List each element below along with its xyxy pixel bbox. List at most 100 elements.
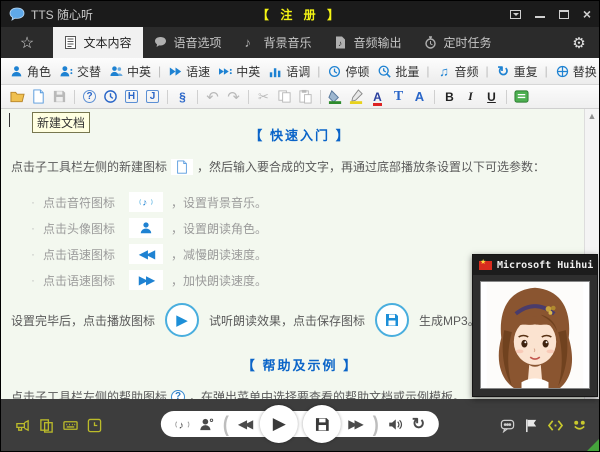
replace-icon (555, 65, 570, 78)
bold-button[interactable]: B (439, 87, 460, 107)
list-item: · 点击头像图标 ，设置朗读角色。 (31, 215, 599, 241)
toolbar-separator: | (155, 64, 164, 78)
bottom-left-icons (15, 418, 102, 433)
close-button[interactable]: × (583, 7, 591, 21)
help-icon[interactable]: ? (79, 87, 100, 107)
pitch-bars-icon (268, 65, 283, 78)
resize-grip[interactable] (587, 439, 599, 451)
audio-button[interactable]: ♫ 音频 (433, 63, 483, 80)
app-title: TTS 随心听 (31, 6, 93, 23)
clipboard-icon[interactable] (39, 418, 54, 433)
tab-scheduled-tasks[interactable]: 定时任务 (413, 27, 503, 58)
avatar-portrait (480, 281, 590, 389)
highlight-color-icon[interactable] (346, 87, 367, 107)
voice-role-button[interactable] (199, 417, 214, 432)
button-label: 替换 (573, 63, 597, 80)
music-note-icon: ♪ (244, 36, 257, 49)
batch-clock-icon (377, 65, 392, 78)
maximize-button[interactable] (559, 10, 569, 19)
voice-avatar-window[interactable]: Microsoft Huihui × (472, 254, 598, 397)
bullet-text: 点击音符图标 (43, 194, 121, 211)
copy-icon[interactable] (274, 87, 295, 107)
tab-background-music[interactable]: ♪ 背景音乐 (233, 27, 323, 58)
toolbar-separator (248, 90, 249, 104)
bottombar: ♪ ( ◀◀ ▶ ▶▶ ) ↻ (1, 399, 599, 451)
volume-button[interactable] (388, 417, 403, 432)
speed-chevrons-icon (168, 65, 183, 78)
svg-text:♪: ♪ (338, 39, 342, 48)
tab-text-content[interactable]: 文本内容 (53, 27, 143, 58)
speed-button[interactable]: 语速 (164, 63, 214, 80)
tab-audio-output[interactable]: ♪ 音频输出 (323, 27, 413, 58)
underline-button[interactable]: U (481, 87, 502, 107)
section-symbol-icon[interactable]: § (172, 87, 193, 107)
font-size-icon[interactable]: A (409, 87, 430, 107)
swap-arrows-icon[interactable] (548, 418, 563, 433)
avatar-titlebar[interactable]: Microsoft Huihui × (473, 255, 597, 275)
minimize-button[interactable] (535, 16, 545, 18)
keyboard-icon[interactable] (63, 418, 78, 433)
open-folder-icon[interactable] (7, 87, 28, 107)
pause-clock-icon (327, 65, 342, 78)
h-tag-icon[interactable]: H (121, 87, 142, 107)
play-button[interactable]: ▶ (260, 405, 298, 443)
help-text-pre: 点击子工具栏左侧的帮助图标 (11, 388, 167, 399)
china-flag-icon (479, 261, 492, 270)
toolbar-separator: | (423, 64, 432, 78)
fill-color-icon[interactable] (325, 87, 346, 107)
paste-icon[interactable] (295, 87, 316, 107)
toolbar-separator (320, 90, 321, 104)
bullet-dot: · (31, 221, 35, 235)
save-icon[interactable] (49, 87, 70, 107)
pause-button[interactable]: 停顿 (323, 63, 373, 80)
reset-button[interactable]: ↻ (412, 414, 425, 434)
font-name-icon[interactable]: T (388, 87, 409, 107)
cut-icon[interactable]: ✂ (253, 87, 274, 107)
alternate-button[interactable]: 交替 (55, 63, 105, 80)
pitch-button[interactable]: 语调 (264, 63, 314, 80)
bullet-text: 点击语速图标 (43, 246, 121, 263)
tray-button[interactable] (510, 10, 521, 19)
background-music-button[interactable]: ♪ (175, 417, 190, 432)
bullet-text: 点击头像图标 (43, 220, 121, 237)
slow-down-button[interactable]: ◀◀ (238, 417, 253, 431)
quick-start-intro: 点击子工具栏左侧的新建图标 ，然后输入要合成的文字，再通过底部播放条设置以下可选… (11, 158, 599, 175)
repeat-button[interactable]: ↻ 重复 (492, 63, 542, 80)
toolbar-separator: | (314, 64, 323, 78)
redo-icon[interactable]: ↷ (223, 87, 244, 107)
font-color-icon[interactable]: A (367, 87, 388, 107)
save-mp3-button[interactable] (303, 405, 341, 443)
person-icon (129, 218, 163, 238)
tab-voice-options[interactable]: 语音选项 (143, 27, 233, 58)
new-document-icon[interactable] (28, 87, 49, 107)
role-button[interactable]: 角色 (5, 63, 55, 80)
history-icon[interactable] (100, 87, 121, 107)
bullet-dot: · (31, 273, 35, 287)
svg-text:♪: ♪ (143, 198, 147, 209)
bilingual-role-button[interactable]: 中英 (105, 63, 155, 80)
undo-icon[interactable]: ↶ (202, 87, 223, 107)
bilingual-speed-button[interactable]: 中英 (214, 63, 264, 80)
tab-label: 音频输出 (353, 34, 401, 51)
favorites-star-icon[interactable]: ☆ (1, 27, 53, 58)
smiley-icon[interactable] (572, 418, 587, 433)
button-label: 音频 (455, 63, 479, 80)
settings-gear-icon[interactable]: ⚙ (559, 27, 599, 58)
template-list-icon[interactable] (511, 87, 532, 107)
italic-button[interactable]: I (460, 87, 481, 107)
window-controls: × (510, 7, 591, 21)
batch-button[interactable]: 批量 (373, 63, 423, 80)
chat-bubble-icon[interactable] (500, 418, 515, 433)
speed-up-button[interactable]: ▶▶ (348, 417, 363, 431)
megaphone-icon[interactable] (15, 418, 30, 433)
flag-icon[interactable] (524, 418, 539, 433)
clock-icon[interactable] (87, 418, 102, 433)
tab-label: 语音选项 (173, 34, 221, 51)
button-label: 批量 (395, 63, 419, 80)
scroll-up-arrow[interactable]: ▲ (587, 111, 597, 121)
button-label: 重复 (514, 63, 538, 80)
toolbar-separator: | (483, 64, 492, 78)
j-tag-icon[interactable]: J (142, 87, 163, 107)
replace-button[interactable]: 替换 (551, 63, 600, 80)
toolbar-separator (74, 90, 75, 104)
